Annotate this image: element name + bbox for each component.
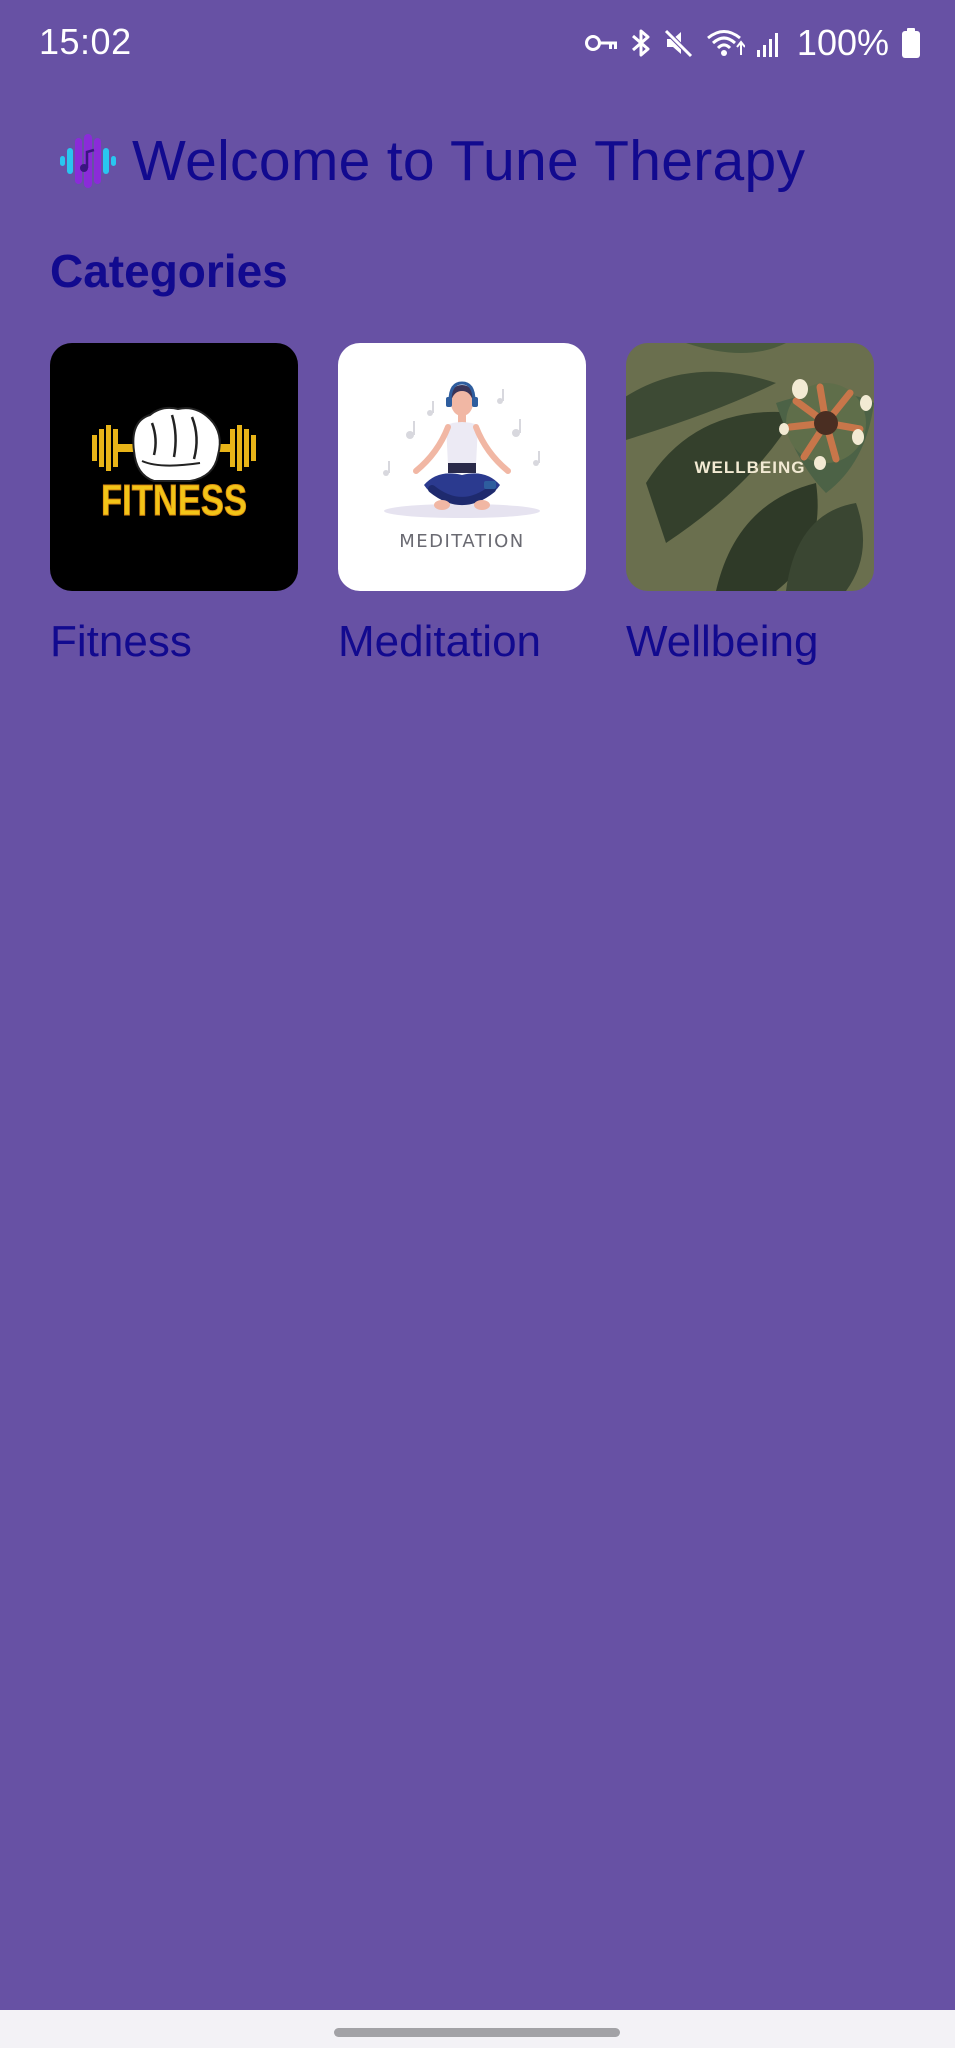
home-gesture-handle[interactable] — [334, 2028, 620, 2037]
status-icons: 100% — [584, 22, 921, 64]
category-label-wellbeing[interactable]: Wellbeing — [626, 617, 874, 667]
battery-percent: 100% — [796, 22, 889, 63]
music-logo-icon — [56, 132, 122, 190]
vpn-key-icon — [584, 32, 619, 54]
fitness-image[interactable]: FITNESS — [50, 343, 298, 591]
category-card-fitness[interactable]: FITNESS Fitness — [50, 343, 298, 667]
mute-icon — [663, 27, 695, 59]
status-time: 15:02 — [39, 21, 132, 62]
category-label-fitness[interactable]: Fitness — [50, 617, 298, 667]
category-card-meditation[interactable]: MEDITATION Meditation — [338, 343, 586, 667]
battery-icon — [901, 27, 921, 59]
wellbeing-image-text: WELLBEING — [695, 458, 806, 477]
wifi-icon — [705, 27, 745, 59]
app-header: Welcome to Tune Therapy — [56, 122, 805, 200]
category-label-meditation[interactable]: Meditation — [338, 617, 586, 667]
bluetooth-icon — [629, 27, 653, 59]
category-card-wellbeing[interactable]: WELLBEING Wellbeing — [626, 343, 874, 667]
navigation-bar — [0, 2010, 955, 2048]
category-list: FITNESS Fitness MEDITATION Meditation WE… — [50, 343, 874, 667]
fitness-image-text: FITNESS — [101, 476, 247, 525]
meditation-image[interactable]: MEDITATION — [338, 343, 586, 591]
categories-heading: Categories — [50, 245, 288, 297]
signal-icon — [755, 28, 783, 58]
status-bar: 15:02 100% — [0, 0, 955, 86]
page-title: Welcome to Tune Therapy — [132, 129, 806, 193]
meditation-image-text: MEDITATION — [399, 531, 525, 552]
wellbeing-image[interactable]: WELLBEING — [626, 343, 874, 591]
